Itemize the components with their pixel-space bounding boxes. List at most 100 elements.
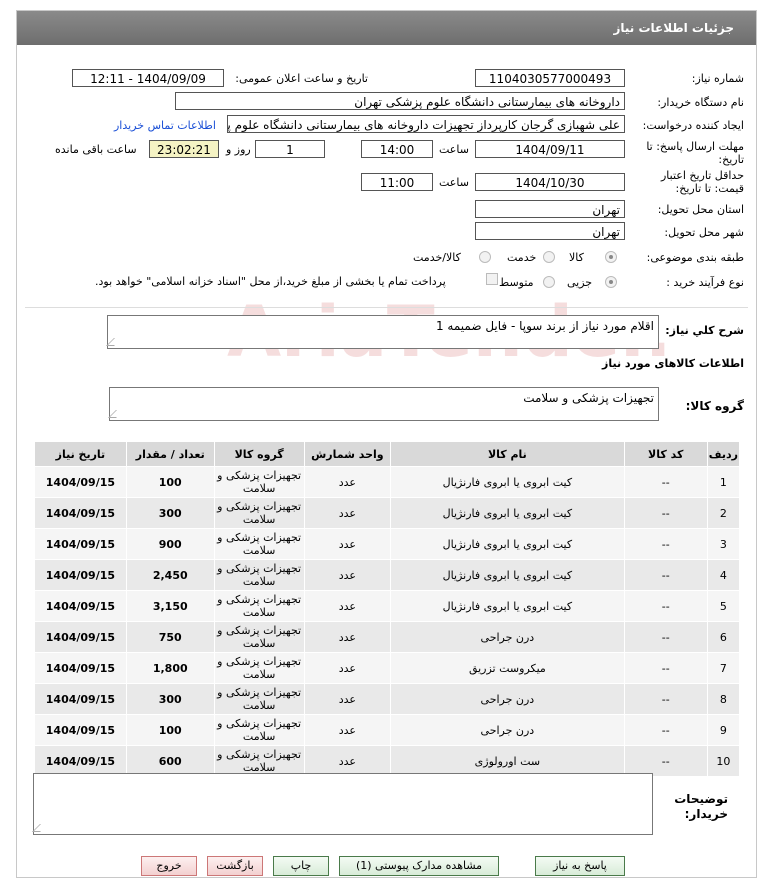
table-row: 1 -- کیت ابروی یا ابروی فارنژیال عدد تجه… xyxy=(34,466,741,498)
city-field: تهران xyxy=(475,222,625,240)
item-group: تجهیزات پزشکی و سلامت xyxy=(213,683,305,715)
province-label: استان محل تحویل: xyxy=(657,203,744,216)
resize-grip[interactable] xyxy=(108,410,124,418)
process-option-medium: متوسط xyxy=(499,276,534,289)
col-name: نام کالا xyxy=(390,441,625,467)
item-date: 1404/09/15 xyxy=(34,590,127,622)
item-code: -- xyxy=(623,590,708,622)
item-qty: 600 xyxy=(125,745,215,777)
process-radio-medium-visible[interactable] xyxy=(543,276,555,288)
item-qty: 100 xyxy=(125,714,215,746)
item-name: درن جراحی xyxy=(390,621,625,653)
item-name: کیت ابروی یا ابروی فارنژیال xyxy=(390,466,625,498)
item-code: -- xyxy=(623,745,708,777)
remaining-time-label: ساعت باقی مانده xyxy=(55,143,137,156)
item-date: 1404/09/15 xyxy=(34,559,127,591)
table-row: 4 -- کیت ابروی یا ابروی فارنژیال عدد تجه… xyxy=(34,559,741,591)
validity-date-field: 1404/10/30 xyxy=(475,173,625,191)
resize-grip[interactable] xyxy=(32,824,48,832)
contact-info-link[interactable]: اطلاعات تماس خریدار xyxy=(114,119,216,132)
item-name: کیت ابروی یا ابروی فارنژیال xyxy=(390,497,625,529)
item-name: کیت ابروی یا ابروی فارنژیال xyxy=(390,559,625,591)
item-group: تجهیزات پزشکی و سلامت xyxy=(213,714,305,746)
reply-button[interactable]: پاسخ به نیاز xyxy=(535,856,625,876)
item-group: تجهیزات پزشکی و سلامت xyxy=(213,621,305,653)
buyer-org-field: داروخانه های بیمارستانی دانشگاه علوم پزش… xyxy=(175,92,625,110)
validity-label-1: حداقل تاریخ اعتبار xyxy=(660,169,744,182)
item-code: -- xyxy=(623,714,708,746)
resize-grip[interactable] xyxy=(106,338,122,346)
category-option-goods: کالا xyxy=(569,251,584,264)
table-row: 7 -- میکروست تزریق عدد تجهیزات پزشکی و س… xyxy=(34,652,741,684)
validity-time-label: ساعت xyxy=(439,176,469,189)
item-date: 1404/09/15 xyxy=(34,745,127,777)
item-unit: عدد xyxy=(303,683,392,715)
item-date: 1404/09/15 xyxy=(34,528,127,560)
item-group: تجهیزات پزشکی و سلامت xyxy=(213,745,305,777)
item-code: -- xyxy=(623,652,708,684)
buyer-notes-textarea[interactable] xyxy=(32,773,653,835)
deadline-time-label: ساعت xyxy=(439,143,469,156)
process-option-minor: جزیی xyxy=(567,276,593,289)
category-radio-goods[interactable] xyxy=(605,251,617,263)
exit-button[interactable]: خروج xyxy=(141,856,197,876)
item-qty: 1,800 xyxy=(125,652,215,684)
buyer-notes-label-2: خریدار: xyxy=(684,807,728,821)
item-qty: 100 xyxy=(125,466,215,498)
buyer-notes-label-1: توضیحات xyxy=(674,792,728,806)
item-group: تجهیزات پزشکی و سلامت xyxy=(213,559,305,591)
table-row: 10 -- ست اورولوژی عدد تجهیزات پزشکی و سل… xyxy=(34,745,741,777)
table-row: 5 -- کیت ابروی یا ابروی فارنژیال عدد تجه… xyxy=(34,590,741,622)
item-qty: 900 xyxy=(125,528,215,560)
goods-table: ردیف کد کالا نام کالا واحد شمارش گروه کا… xyxy=(34,441,741,777)
item-unit: عدد xyxy=(303,590,392,622)
announce-label: تاریخ و ساعت اعلان عمومی: xyxy=(235,72,368,85)
treasury-checkbox[interactable] xyxy=(486,273,498,285)
table-row: 8 -- درن جراحی عدد تجهیزات پزشکی و سلامت… xyxy=(34,683,741,715)
item-unit: عدد xyxy=(303,466,392,498)
process-radio-minor[interactable] xyxy=(605,276,617,288)
back-button[interactable]: بازگشت xyxy=(207,856,263,876)
item-date: 1404/09/15 xyxy=(34,621,127,653)
need-number-field: 1104030577000493 xyxy=(475,69,625,87)
table-header-row: ردیف کد کالا نام کالا واحد شمارش گروه کا… xyxy=(34,441,741,467)
category-radio-both[interactable] xyxy=(479,251,491,263)
print-button[interactable]: چاپ xyxy=(273,856,329,876)
days-label: روز و xyxy=(226,143,251,156)
deadline-date-field: 1404/09/11 xyxy=(475,140,625,158)
process-label: نوع فرآیند خرید : xyxy=(666,276,744,289)
description-label: شرح كلي نياز: xyxy=(665,324,744,337)
item-unit: عدد xyxy=(303,559,392,591)
validity-label-2: قیمت: تا تاریخ: xyxy=(675,182,744,195)
category-option-both: کالا/خدمت xyxy=(413,251,461,264)
row-number: 2 xyxy=(706,497,741,529)
panel-header: جزئیات اطلاعات نیاز xyxy=(17,11,756,45)
announce-field: 1404/09/09 - 12:11 xyxy=(72,69,224,87)
table-row: 3 -- کیت ابروی یا ابروی فارنژیال عدد تجه… xyxy=(34,528,741,560)
city-label: شهر محل تحویل: xyxy=(664,226,744,239)
item-name: میکروست تزریق xyxy=(390,652,625,684)
category-option-service: خدمت xyxy=(507,251,537,264)
row-number: 6 xyxy=(706,621,741,653)
item-unit: عدد xyxy=(303,528,392,560)
col-code: کد کالا xyxy=(623,441,708,467)
table-row: 6 -- درن جراحی عدد تجهیزات پزشکی و سلامت… xyxy=(34,621,741,653)
item-code: -- xyxy=(623,559,708,591)
item-qty: 300 xyxy=(125,683,215,715)
category-radio-service[interactable] xyxy=(543,251,555,263)
item-qty: 3,150 xyxy=(125,590,215,622)
attachments-button[interactable]: مشاهده مدارک پیوستی (1) xyxy=(339,856,499,876)
item-group: تجهیزات پزشکی و سلامت xyxy=(213,497,305,529)
remaining-time-field: 23:02:21 xyxy=(149,140,219,158)
description-textarea[interactable]: اقلام مورد نیاز از برند سوپا - فایل ضمیم… xyxy=(106,315,659,349)
col-qty: تعداد / مقدار xyxy=(125,441,215,467)
goods-group-label: گروه کالا: xyxy=(685,399,744,413)
item-group: تجهیزات پزشکی و سلامت xyxy=(213,652,305,684)
item-code: -- xyxy=(623,528,708,560)
item-name: درن جراحی xyxy=(390,714,625,746)
row-number: 4 xyxy=(706,559,741,591)
row-number: 7 xyxy=(706,652,741,684)
need-number-label: شماره نیاز: xyxy=(691,72,744,85)
goods-group-textarea[interactable]: تجهیزات پزشکی و سلامت xyxy=(108,387,659,421)
item-code: -- xyxy=(623,497,708,529)
